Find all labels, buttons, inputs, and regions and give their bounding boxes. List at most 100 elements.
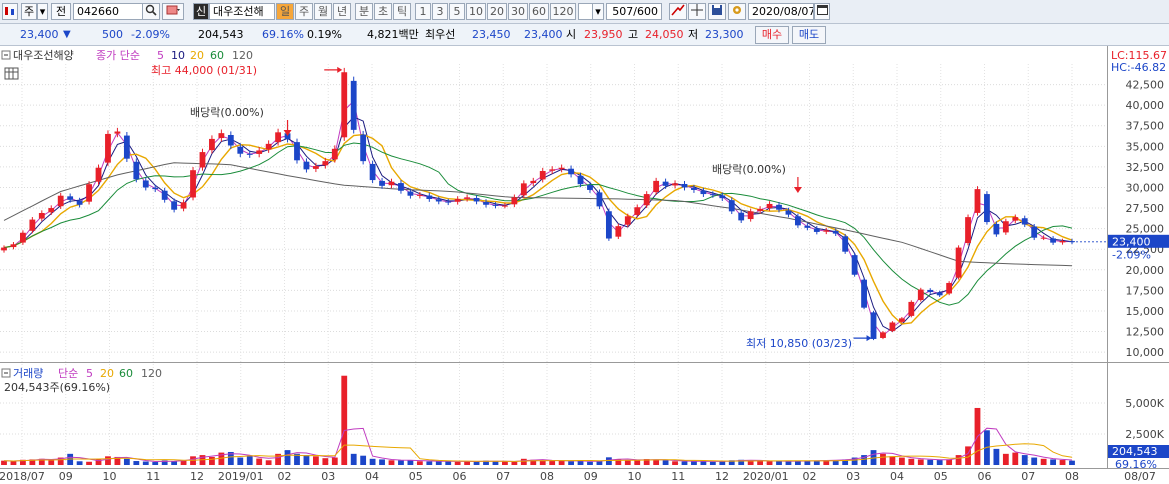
- candle-body: [398, 183, 404, 191]
- crosshair-icon[interactable]: [688, 3, 706, 20]
- volume-bar: [86, 461, 92, 465]
- volume-bar: [1, 460, 7, 465]
- stock-code-input[interactable]: 042660: [73, 3, 143, 20]
- open-label: 시: [566, 28, 577, 41]
- candle-body: [1031, 226, 1038, 238]
- high-price: 24,050: [645, 28, 684, 41]
- price-tag-change: -2.09%: [1112, 248, 1151, 261]
- table-icon[interactable]: [4, 67, 19, 80]
- volume-bar: [549, 461, 556, 465]
- save-icon[interactable]: [708, 3, 726, 20]
- volume-bar: [681, 461, 688, 465]
- candle-body: [880, 332, 886, 338]
- volume-bar: [312, 456, 319, 465]
- candle-body: [29, 219, 36, 231]
- interval-30[interactable]: 30: [508, 3, 528, 20]
- tools-icon[interactable]: [669, 3, 687, 20]
- stock-name-field[interactable]: 대우조선해: [209, 3, 275, 20]
- x-tick-label: 04: [890, 470, 904, 483]
- candle-body: [114, 131, 121, 134]
- candle-body: [719, 195, 726, 199]
- candle-body: [700, 190, 707, 195]
- axis-labels: 42,500 40,000 37,500 35,000 32,500 30,000 27,5…: [0, 79, 1165, 483]
- legend-ma20: 20: [190, 49, 204, 62]
- candle-body: [1, 247, 7, 251]
- period-year[interactable]: 년: [333, 3, 351, 20]
- interval-120[interactable]: 120: [550, 3, 576, 20]
- chevron-down-icon[interactable]: ▾: [592, 3, 604, 20]
- candle-body: [454, 199, 461, 202]
- period-day[interactable]: 일: [276, 3, 294, 20]
- candle-body: [795, 216, 801, 226]
- data-count-field[interactable]: 507/600: [606, 3, 662, 20]
- period-month[interactable]: 월: [314, 3, 332, 20]
- volume-bar: [1031, 457, 1038, 465]
- candle-body: [331, 148, 338, 160]
- volume-bar: [1002, 453, 1009, 465]
- candle-body: [889, 322, 896, 331]
- chart-icon[interactable]: [2, 3, 18, 20]
- candle-body: [558, 167, 565, 170]
- settings-gear-icon[interactable]: [728, 3, 746, 20]
- legend-ma5: 5: [157, 49, 164, 62]
- interval-10[interactable]: 10: [466, 3, 486, 20]
- legend-volume-name: 거래량: [13, 367, 43, 380]
- period-tick[interactable]: 틱: [393, 3, 411, 20]
- volume-bar: [587, 461, 593, 465]
- search-icon[interactable]: [142, 3, 160, 20]
- prev-button[interactable]: 전: [51, 3, 71, 20]
- legend-vol-ma20: 20: [100, 367, 114, 380]
- date-input[interactable]: 2020/08/07: [748, 3, 814, 20]
- ma120-line: [3, 162, 1073, 267]
- volume-bar: [511, 461, 518, 465]
- price-change: 500: [102, 28, 123, 41]
- price-change-pct: -2.09%: [131, 28, 170, 41]
- interval-1[interactable]: 1: [415, 3, 431, 20]
- candle-body: [785, 210, 792, 215]
- candle-body: [435, 199, 442, 202]
- x-tick-label: 11: [671, 470, 685, 483]
- volume-bars: [1, 375, 1075, 465]
- volume-bar: [605, 457, 612, 465]
- legend-volume-series: 단순: [58, 367, 78, 380]
- current-price: 23,400: [20, 28, 59, 41]
- interval-60[interactable]: 60: [529, 3, 549, 20]
- candle-body: [728, 200, 735, 212]
- period-minute[interactable]: 분: [355, 3, 373, 20]
- interval-20[interactable]: 20: [487, 3, 507, 20]
- candle-body: [605, 211, 612, 239]
- period-second[interactable]: 초: [374, 3, 392, 20]
- volume-bar: [492, 461, 499, 465]
- market-select[interactable]: 주: [21, 3, 37, 20]
- buy-button[interactable]: 매수: [755, 26, 789, 44]
- stock-chart[interactable]: 42,500 40,000 37,500 35,000 32,500 30,000 27,5…: [0, 46, 1169, 484]
- calendar-icon[interactable]: [814, 3, 830, 20]
- x-tick-label: 09: [59, 470, 73, 483]
- volume-tag-value: 204,543: [1112, 445, 1158, 458]
- period-week[interactable]: 주: [295, 3, 313, 20]
- candle-body: [549, 169, 556, 171]
- y-tick-label: 12,500: [1126, 326, 1165, 339]
- volume-bar: [936, 460, 943, 465]
- candle-body: [95, 167, 102, 182]
- x-tick-label: 06: [978, 470, 992, 483]
- candle-body: [294, 142, 300, 161]
- chevron-down-icon[interactable]: ▾: [37, 3, 48, 20]
- candle-body: [634, 207, 641, 215]
- candle-body: [965, 217, 971, 244]
- high-arrow-head: [337, 66, 343, 73]
- interval-3[interactable]: 3: [432, 3, 448, 20]
- candle-body: [123, 135, 130, 159]
- dividend-annotation-1: 배당락(0.00%): [190, 106, 264, 119]
- grid-menu-icon[interactable]: [162, 3, 184, 20]
- candlesticks: [1, 67, 1075, 341]
- volume-tag-ratio: 69.16%: [1115, 458, 1157, 471]
- volume-current-label: 204,543주(69.16%): [4, 381, 110, 394]
- sell-button[interactable]: 매도: [792, 26, 826, 44]
- candle-body: [813, 228, 820, 232]
- candle-body: [747, 211, 754, 220]
- candle-body: [360, 134, 367, 162]
- volume-tick-label: 2,500K: [1125, 428, 1164, 441]
- volume-bar: [331, 457, 338, 465]
- interval-5[interactable]: 5: [449, 3, 465, 20]
